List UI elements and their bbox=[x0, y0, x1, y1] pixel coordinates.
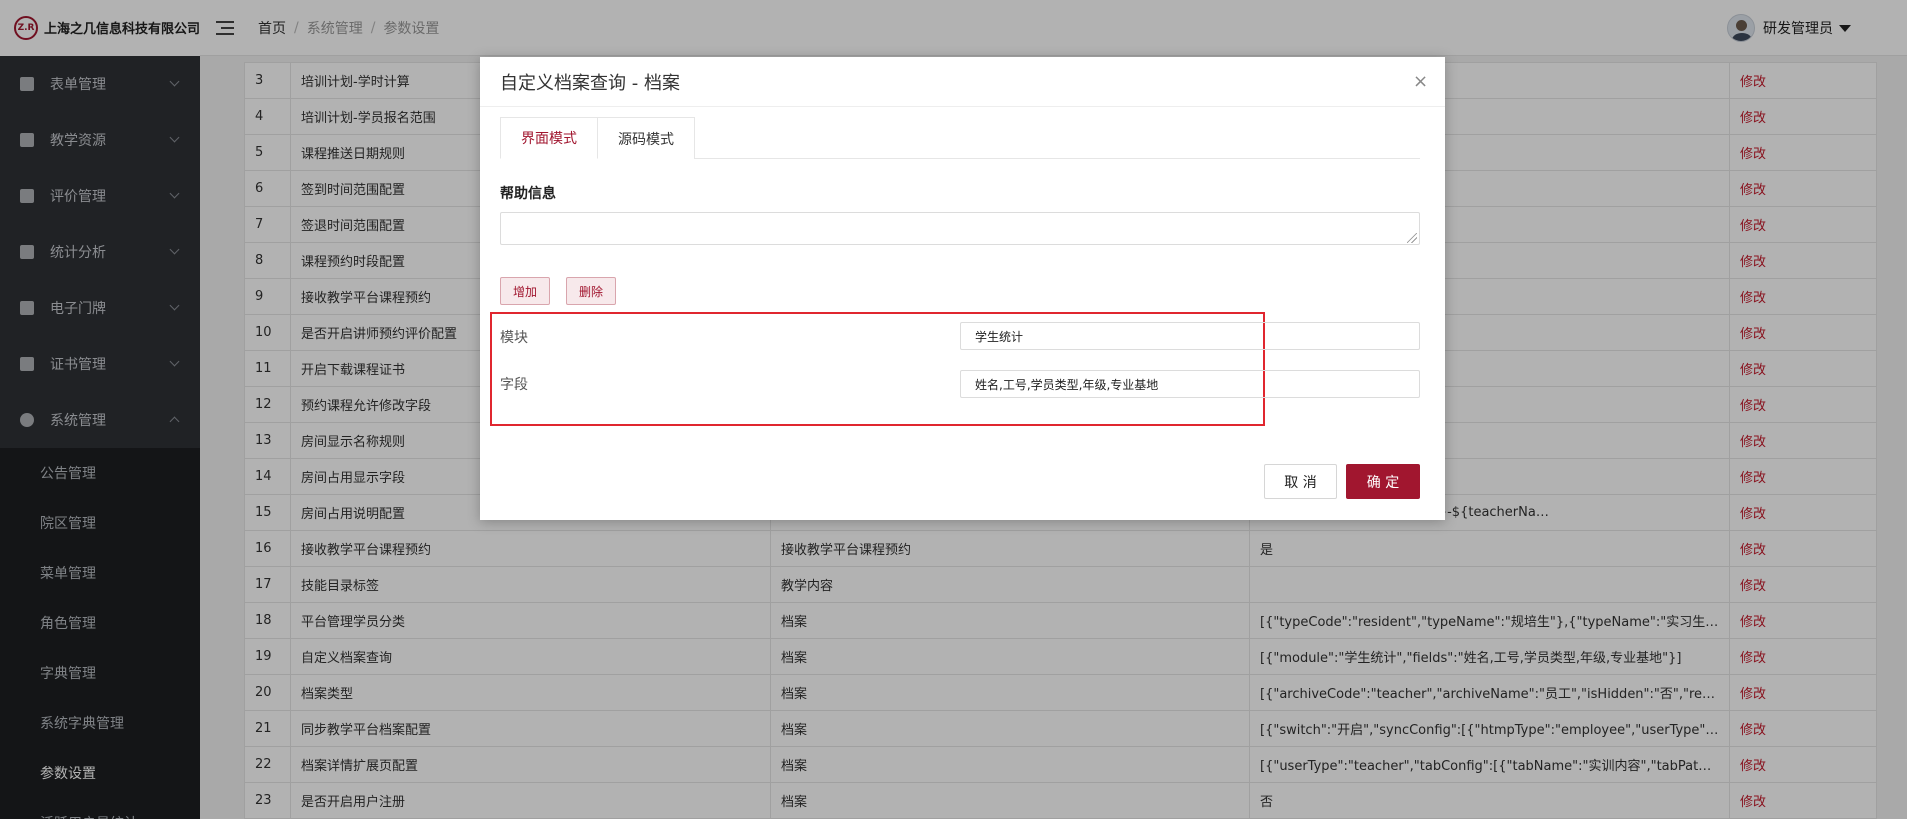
cancel-button[interactable]: 取 消 bbox=[1264, 464, 1337, 499]
close-icon[interactable]: × bbox=[1413, 73, 1428, 91]
add-button[interactable]: 增加 bbox=[500, 277, 551, 305]
mode-tabs: 界面模式 源码模式 bbox=[500, 117, 1420, 159]
help-textarea[interactable] bbox=[500, 212, 1420, 245]
module-label: 模块 bbox=[500, 330, 528, 346]
archive-query-dialog: 自定义档案查询 - 档案 × 界面模式 源码模式 帮助信息 增加 删除 模块 学… bbox=[480, 57, 1445, 520]
dialog-title: 自定义档案查询 - 档案 bbox=[500, 72, 680, 94]
field-label: 字段 bbox=[500, 377, 528, 393]
tab-source-mode[interactable]: 源码模式 bbox=[598, 117, 695, 159]
confirm-button[interactable]: 确 定 bbox=[1346, 464, 1420, 499]
module-input[interactable]: 学生统计 bbox=[960, 322, 1420, 350]
resize-handle-icon[interactable] bbox=[1407, 233, 1417, 243]
tab-ui-mode[interactable]: 界面模式 bbox=[500, 117, 598, 159]
help-label: 帮助信息 bbox=[500, 186, 556, 202]
delete-button[interactable]: 删除 bbox=[566, 277, 617, 305]
field-input[interactable]: 姓名,工号,学员类型,年级,专业基地 bbox=[960, 370, 1420, 398]
dialog-header: 自定义档案查询 - 档案 × bbox=[480, 57, 1445, 107]
